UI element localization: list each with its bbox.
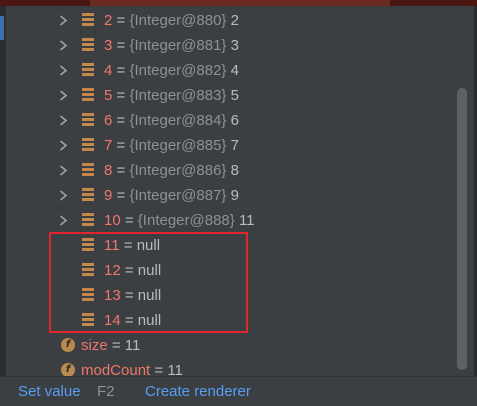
field-value: 11 <box>167 362 183 376</box>
expand-chevron-icon[interactable] <box>59 108 68 133</box>
equals-sign: = <box>124 212 134 229</box>
array-element-icon <box>82 113 94 126</box>
element-value: 5 <box>230 87 239 104</box>
tree-row-element[interactable]: 10 = {Integer@888} 11 <box>0 208 455 233</box>
object-reference: {Integer@885} <box>129 137 227 154</box>
set-value-shortcut: F2 <box>97 383 115 400</box>
field-icon: f <box>61 338 75 352</box>
tree-row-element[interactable]: 6 = {Integer@884} 6 <box>0 108 455 133</box>
vertical-scrollbar[interactable] <box>457 88 467 370</box>
equals-sign: = <box>154 362 164 376</box>
array-element-icon <box>82 63 94 76</box>
expand-chevron-icon[interactable] <box>59 133 68 158</box>
equals-sign: = <box>111 337 121 354</box>
top-strip <box>0 0 477 6</box>
array-element-icon <box>82 13 94 26</box>
create-renderer-link[interactable]: Create renderer <box>145 377 251 406</box>
array-element-icon <box>82 213 94 226</box>
expand-chevron-icon[interactable] <box>59 8 68 33</box>
field-icon: f <box>61 363 75 376</box>
equals-sign: = <box>116 137 126 154</box>
element-index: 9 <box>104 187 113 204</box>
top-strip-tab <box>90 0 390 6</box>
tree-row-element[interactable]: 2 = {Integer@880} 2 <box>0 8 455 33</box>
element-index: 7 <box>104 137 113 154</box>
null-elements-highlight-box <box>49 232 248 333</box>
element-value: 6 <box>230 112 239 129</box>
bottom-action-bar: Set value F2 Create renderer <box>0 376 477 406</box>
element-value: 7 <box>230 137 239 154</box>
expand-chevron-icon[interactable] <box>59 208 68 233</box>
expand-chevron-icon[interactable] <box>59 33 68 58</box>
element-index: 10 <box>104 212 121 229</box>
element-value: 3 <box>230 37 239 54</box>
object-reference: {Integer@880} <box>129 12 227 29</box>
object-reference: {Integer@884} <box>129 112 227 129</box>
object-reference: {Integer@887} <box>129 187 227 204</box>
tree-row-element[interactable]: 5 = {Integer@883} 5 <box>0 83 455 108</box>
element-index: 8 <box>104 162 113 179</box>
element-value: 2 <box>230 12 239 29</box>
tree-row-element[interactable]: 3 = {Integer@881} 3 <box>0 33 455 58</box>
tree-row-element[interactable]: 4 = {Integer@882} 4 <box>0 58 455 83</box>
element-index: 5 <box>104 87 113 104</box>
element-value: 4 <box>230 62 239 79</box>
object-reference: {Integer@881} <box>129 37 227 54</box>
field-name: size <box>81 337 108 354</box>
equals-sign: = <box>116 62 126 79</box>
equals-sign: = <box>116 162 126 179</box>
field-value: 11 <box>124 337 141 354</box>
equals-sign: = <box>116 37 126 54</box>
expand-chevron-icon[interactable] <box>59 158 68 183</box>
element-index: 3 <box>104 37 113 54</box>
equals-sign: = <box>116 187 126 204</box>
object-reference: {Integer@883} <box>129 87 227 104</box>
equals-sign: = <box>116 12 126 29</box>
expand-chevron-icon[interactable] <box>59 58 68 83</box>
object-reference: {Integer@882} <box>129 62 227 79</box>
tree-row-field-size[interactable]: f size = 11 <box>0 333 455 358</box>
equals-sign: = <box>116 87 126 104</box>
expand-chevron-icon[interactable] <box>59 183 68 208</box>
tree-row-element[interactable]: 8 = {Integer@886} 8 <box>0 158 455 183</box>
equals-sign: = <box>116 112 126 129</box>
element-value: 9 <box>230 187 239 204</box>
array-element-icon <box>82 38 94 51</box>
array-element-icon <box>82 188 94 201</box>
tree-row-field-modcount[interactable]: f modCount = 11 <box>0 358 455 376</box>
array-element-icon <box>82 138 94 151</box>
array-element-icon <box>82 163 94 176</box>
element-index: 4 <box>104 62 113 79</box>
tree-row-element[interactable]: 7 = {Integer@885} 7 <box>0 133 455 158</box>
object-reference: {Integer@886} <box>129 162 227 179</box>
element-index: 6 <box>104 112 113 129</box>
array-element-icon <box>82 88 94 101</box>
object-reference: {Integer@888} <box>137 212 235 229</box>
set-value-link[interactable]: Set value <box>18 377 81 406</box>
element-index: 2 <box>104 12 113 29</box>
tree-row-element[interactable]: 9 = {Integer@887} 9 <box>0 183 455 208</box>
expand-chevron-icon[interactable] <box>59 83 68 108</box>
field-name: modCount <box>81 362 151 376</box>
element-value: 11 <box>238 212 255 229</box>
element-value: 8 <box>230 162 239 179</box>
